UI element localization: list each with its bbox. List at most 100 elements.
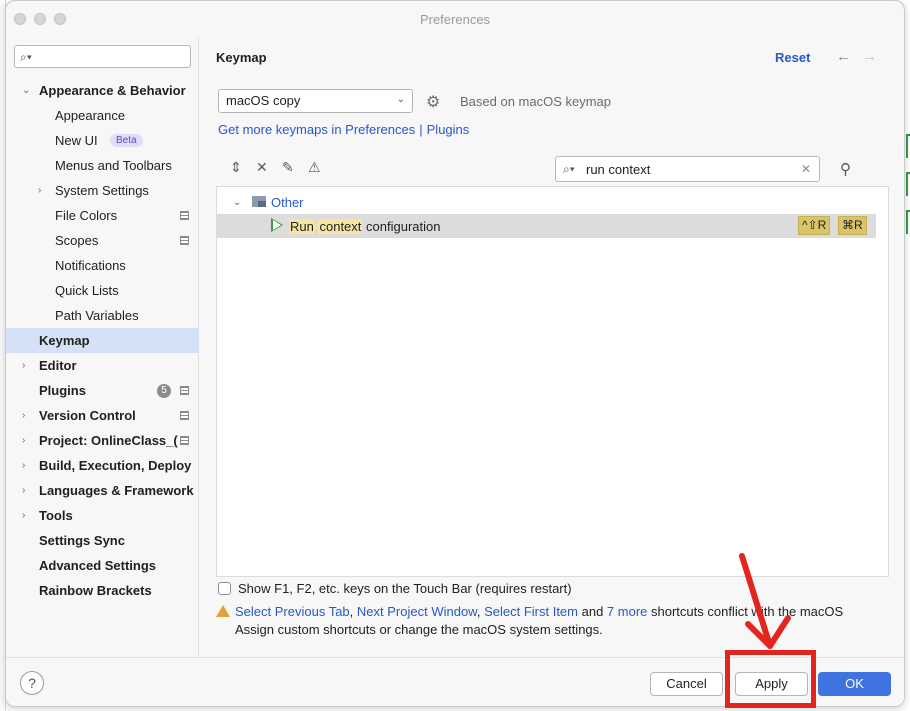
chevron-right-icon[interactable]: › xyxy=(22,435,25,446)
sidebar-item-label: Appearance & Behavior xyxy=(39,83,186,98)
edit-icon[interactable]: ✎ xyxy=(282,159,294,176)
chevron-right-icon[interactable]: › xyxy=(22,510,25,521)
sidebar-item-appearance-behavior[interactable]: ⌄ Appearance & Behavior xyxy=(6,78,199,103)
sidebar-item-quick-lists[interactable]: Quick Lists xyxy=(6,278,199,303)
sidebar-item-label: Build, Execution, Deploy xyxy=(39,458,192,473)
chevron-down-icon: ⌄ xyxy=(396,94,405,105)
sidebar-item-project[interactable]: › Project: OnlineClass_( xyxy=(6,428,199,453)
annotation-arrow xyxy=(739,553,791,649)
sidebar-item-label: System Settings xyxy=(55,183,149,198)
sidebar-item-label: Scopes xyxy=(55,233,99,248)
tree-row-run-context[interactable]: Run context configuration ^⇧R ⌘R xyxy=(217,214,876,238)
clear-icon[interactable]: ✕ xyxy=(801,162,811,176)
touchbar-checkbox[interactable] xyxy=(218,582,231,595)
sidebar-item-label: Appearance xyxy=(55,108,126,123)
sidebar-item-label: Settings Sync xyxy=(39,533,125,548)
cancel-button[interactable]: Cancel xyxy=(650,672,723,696)
settings-sidebar: ⌕▾ ⌄ Appearance & Behavior Appearance Ne… xyxy=(6,37,199,657)
ok-button[interactable]: OK xyxy=(818,672,891,696)
plugin-update-count-badge: 5 xyxy=(157,384,171,398)
sidebar-item-file-colors[interactable]: File Colors xyxy=(6,203,199,228)
sidebar-item-label: Tools xyxy=(39,508,73,523)
warning-icon xyxy=(216,605,230,617)
sidebar-item-label: Advanced Settings xyxy=(39,558,157,573)
sidebar-item-menus-toolbars[interactable]: Menus and Toolbars xyxy=(6,153,199,178)
conflict-and: and xyxy=(578,604,607,619)
sidebar-item-label: Notifications xyxy=(55,258,126,273)
chevron-down-icon[interactable]: ⌄ xyxy=(22,85,30,96)
keymap-select[interactable]: macOS copy ⌄ xyxy=(218,89,413,113)
sidebar-item-plugins[interactable]: Plugins 5 xyxy=(6,378,199,403)
gear-icon[interactable]: ⚙ xyxy=(426,92,440,112)
sidebar-item-label: Plugins xyxy=(39,383,86,398)
keymap-search-input[interactable]: ⌕▾ run context ✕ xyxy=(555,156,820,182)
conflict-link[interactable]: Select First Item xyxy=(484,604,578,619)
chevron-down-icon[interactable]: ⌄ xyxy=(233,197,241,208)
sidebar-item-path-variables[interactable]: Path Variables xyxy=(6,303,199,328)
sidebar-item-label: Project: OnlineClass_( xyxy=(39,433,178,448)
sidebar-item-languages-frameworks[interactable]: › Languages & Framework xyxy=(6,478,199,503)
help-button[interactable]: ? xyxy=(20,671,44,695)
sidebar-item-keymap[interactable]: Keymap xyxy=(6,328,199,353)
settings-search-input[interactable]: ⌕▾ xyxy=(14,45,191,68)
tree-group-other[interactable]: ⌄ Other xyxy=(217,190,876,214)
sidebar-item-label: Keymap xyxy=(39,333,90,348)
forward-arrow-icon[interactable]: → xyxy=(862,48,877,65)
action-name: Run context configuration xyxy=(289,218,441,234)
sidebar-item-notifications[interactable]: Notifications xyxy=(6,253,199,278)
plugins-link[interactable]: Plugins xyxy=(427,122,470,137)
sidebar-item-label: Quick Lists xyxy=(55,283,119,298)
find-shortcut-icon[interactable]: ⚲ xyxy=(840,160,851,178)
project-settings-icon xyxy=(180,236,189,245)
window-title: Preferences xyxy=(419,12,491,27)
chevron-right-icon[interactable]: › xyxy=(22,360,25,371)
get-more-keymaps-link[interactable]: Get more keymaps in Preferences xyxy=(218,122,415,137)
shortcut-badge: ^⇧R xyxy=(798,216,831,235)
sidebar-item-rainbow-brackets[interactable]: Rainbow Brackets xyxy=(6,578,199,603)
sidebar-item-system-settings[interactable]: › System Settings xyxy=(6,178,199,203)
sidebar-item-scopes[interactable]: Scopes xyxy=(6,228,199,253)
warning-filter-icon[interactable]: ⚠ xyxy=(308,159,321,176)
conflict-separator: , xyxy=(349,604,357,619)
chevron-right-icon[interactable]: › xyxy=(22,485,25,496)
conflict-separator: , xyxy=(476,604,485,619)
sidebar-item-advanced-settings[interactable]: Advanced Settings xyxy=(6,553,199,578)
action-name-rest: configuration xyxy=(366,218,441,234)
link-separator: | xyxy=(419,122,423,137)
titlebar: Preferences xyxy=(6,1,904,37)
sidebar-item-settings-sync[interactable]: Settings Sync xyxy=(6,528,199,553)
sidebar-item-version-control[interactable]: › Version Control xyxy=(6,403,199,428)
run-icon xyxy=(271,218,283,232)
sidebar-item-label: New UI xyxy=(55,133,98,148)
sidebar-item-appearance[interactable]: Appearance xyxy=(6,103,199,128)
back-arrow-icon[interactable]: ← xyxy=(836,48,851,65)
touchbar-label: Show F1, F2, etc. keys on the Touch Bar … xyxy=(238,581,572,596)
touchbar-option[interactable]: Show F1, F2, etc. keys on the Touch Bar … xyxy=(218,581,572,596)
folder-icon xyxy=(252,196,266,207)
conflict-link[interactable]: Select Previous Tab xyxy=(235,604,350,619)
sidebar-item-editor[interactable]: › Editor xyxy=(6,353,199,378)
chevron-right-icon[interactable]: › xyxy=(38,185,41,196)
sidebar-item-tools[interactable]: › Tools xyxy=(6,503,199,528)
action-name-match: context xyxy=(318,218,363,234)
expand-all-icon[interactable]: ⇕ xyxy=(230,159,242,176)
project-settings-icon xyxy=(180,211,189,220)
conflict-link[interactable]: Next Project Window xyxy=(357,604,477,619)
collapse-all-icon[interactable]: ✕ xyxy=(256,159,268,176)
chevron-right-icon[interactable]: › xyxy=(22,410,25,421)
sidebar-item-label: Languages & Framework xyxy=(39,483,194,498)
sidebar-item-new-ui[interactable]: New UI Beta xyxy=(6,128,199,153)
project-settings-icon xyxy=(180,436,189,445)
beta-badge: Beta xyxy=(110,134,143,147)
reset-link[interactable]: Reset xyxy=(775,50,810,65)
sidebar-item-build-execution[interactable]: › Build, Execution, Deploy xyxy=(6,453,199,478)
keymap-select-value: macOS copy xyxy=(226,93,301,108)
sidebar-item-label: Path Variables xyxy=(55,308,139,323)
page-title: Keymap xyxy=(216,50,267,65)
project-settings-icon xyxy=(180,386,189,395)
chevron-right-icon[interactable]: › xyxy=(22,460,25,471)
keymap-tree: ⌄ Other Run context configuration ^⇧R ⌘R xyxy=(216,186,889,577)
conflict-more-link[interactable]: 7 more xyxy=(607,604,647,619)
sidebar-item-label: Menus and Toolbars xyxy=(55,158,172,173)
based-on-label: Based on macOS keymap xyxy=(460,94,612,109)
